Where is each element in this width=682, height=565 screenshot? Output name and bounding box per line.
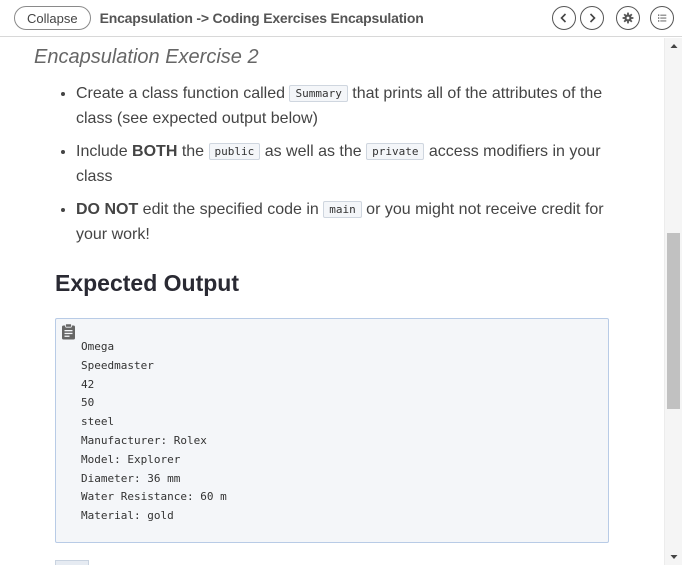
top-bar: Collapse Encapsulation -> Coding Exercis… [0,0,682,37]
output-line: Omega [81,340,115,353]
scrollbar-thumb[interactable] [667,233,680,409]
inline-code: public [208,143,261,160]
instruction-text: the [177,143,209,160]
output-lines: Omega Speedmaster 42 50 steel Manufactur… [81,338,227,526]
scroll-up-icon[interactable] [669,41,679,51]
output-line: steel [81,415,115,429]
output-line: Material: gold [81,509,174,523]
output-line: 42 [81,377,95,391]
output-line: Diameter: 36 mm [81,471,181,485]
list-item: DO NOT edit the specified code in main o… [76,198,618,247]
list-item: Create a class function called Summary t… [76,82,618,131]
clipboard-icon[interactable] [61,323,76,340]
exercise-title: Encapsulation Exercise 2 [34,46,259,68]
output-line: Water Resistance: 60 m [81,490,227,504]
output-line: 50 [81,396,95,410]
page-nav [552,6,604,30]
output-line: Model: Explorer [81,452,181,466]
inline-code: Summary [289,85,348,102]
emphasis-text: DO NOT [76,201,139,218]
expected-output-block: Omega Speedmaster 42 50 steel Manufactur… [55,318,609,543]
chevron-left-icon[interactable] [552,6,576,30]
list-item: Include BOTH the public as well as the p… [76,140,618,189]
instruction-list: Create a class function called Summary t… [58,82,618,256]
output-line: Manufacturer: Rolex [81,433,207,447]
scroll-down-icon[interactable] [669,552,679,562]
collapse-button[interactable]: Collapse [14,6,91,30]
output-line: Speedmaster [81,358,154,372]
breadcrumb: Encapsulation -> Coding Exercises Encaps… [99,10,424,26]
emphasis-text: BOTH [132,143,178,160]
inline-code: private [366,143,425,160]
instruction-text: Create a class function called [76,85,290,102]
instruction-text: edit the specified code in [138,201,324,218]
expected-output-heading: Expected Output [55,270,240,296]
chevron-right-icon[interactable] [580,6,604,30]
instruction-text: Include [76,143,133,160]
inline-code: main [323,201,362,218]
next-content-peek [55,560,89,565]
exercise-content: Encapsulation Exercise 2 Create a class … [0,38,664,565]
instruction-text: as well as the [260,143,367,160]
gear-icon[interactable] [616,6,640,30]
vertical-scrollbar[interactable] [664,38,682,565]
topbar-controls [552,6,674,30]
list-icon[interactable] [650,6,674,30]
